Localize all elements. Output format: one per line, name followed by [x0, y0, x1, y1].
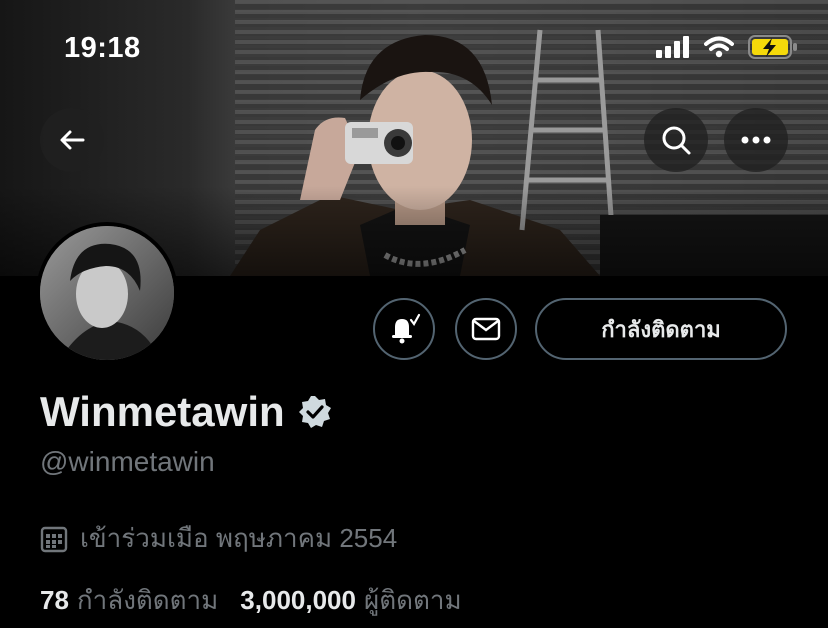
status-icons	[656, 34, 798, 60]
following-button[interactable]: กำลังติดตาม	[535, 298, 787, 360]
joined-text: เข้าร่วมเมือ พฤษภาคม 2554	[80, 523, 398, 553]
verified-badge-icon[interactable]	[297, 394, 333, 430]
battery-charging-icon	[748, 35, 797, 59]
message-button[interactable]	[455, 298, 517, 360]
joined-date: เข้าร่วมเมือ พฤษภาคม 2554	[40, 518, 397, 559]
status-time: 19:18	[64, 32, 141, 64]
user-handle: @winmetawin	[40, 446, 215, 477]
mail-icon	[471, 317, 501, 341]
calendar-icon	[40, 526, 68, 552]
name-row: Winmetawin	[40, 388, 333, 436]
following-count: 78	[40, 585, 69, 615]
wifi-icon	[704, 36, 734, 58]
search-button[interactable]	[644, 108, 708, 172]
followers-link[interactable]: 3,000,000 ผู้ติดตาม	[240, 580, 461, 621]
notifications-button[interactable]	[373, 298, 435, 360]
following-link[interactable]: 78 กำลังติดตาม	[40, 580, 218, 621]
followers-label: ผู้ติดตาม	[363, 585, 462, 615]
display-name: Winmetawin	[40, 388, 285, 435]
following-label: กำลังติดตาม	[76, 585, 219, 615]
follow-stats: 78 กำลังติดตาม 3,000,000 ผู้ติดตาม	[40, 580, 462, 621]
search-icon	[662, 126, 691, 155]
avatar[interactable]	[36, 222, 178, 364]
more-button[interactable]	[724, 108, 788, 172]
back-arrow-icon	[60, 130, 85, 150]
followers-count: 3,000,000	[240, 585, 356, 615]
signal-icon	[656, 36, 689, 58]
more-icon	[741, 136, 771, 144]
avatar-photo	[40, 226, 174, 360]
bell-subscribed-icon	[392, 313, 421, 344]
back-button[interactable]	[40, 108, 104, 172]
